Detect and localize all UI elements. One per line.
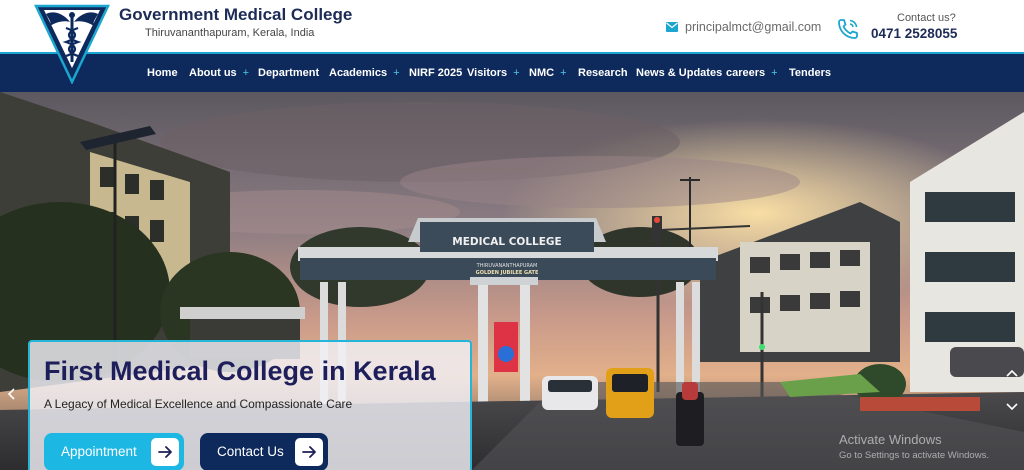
college-name[interactable]: Government Medical College (119, 5, 352, 25)
gate-title: MEDICAL COLLEGE (452, 236, 561, 248)
nav-item-nmc[interactable]: NMC + (529, 67, 567, 79)
caduceus-logo[interactable] (34, 4, 110, 84)
phone-number[interactable]: 0471 2528055 (871, 26, 957, 41)
arrow-right-icon (151, 438, 179, 466)
chevron-left-icon[interactable] (6, 388, 18, 400)
main-nav: Home About us + Department Academics + NIR… (0, 52, 1024, 92)
plus-icon: + (393, 67, 400, 79)
plus-icon: + (560, 67, 567, 79)
windows-watermark-title: Activate Windows (839, 432, 942, 447)
gate-sub1: THIRUVANANTHAPURAM (476, 263, 538, 269)
appointment-label: Appointment (61, 444, 137, 459)
plus-icon: + (513, 67, 520, 79)
plus-icon: + (771, 67, 778, 79)
appointment-button[interactable]: Appointment (44, 433, 184, 470)
nav-item-about[interactable]: About us + (189, 67, 249, 79)
contact-us-button[interactable]: Contact Us (200, 433, 328, 470)
mail-icon (666, 22, 678, 32)
nav-item-home[interactable]: Home (147, 67, 178, 79)
plus-icon: + (242, 67, 250, 79)
arrow-right-icon (295, 438, 323, 466)
nav-item-tenders[interactable]: Tenders (789, 67, 831, 79)
contact-prompt: Contact us? (897, 12, 956, 24)
contact-us-label: Contact Us (217, 444, 284, 459)
nav-item-careers[interactable]: careers + (726, 67, 778, 79)
nav-item-nirf[interactable]: NIRF 2025 (409, 67, 462, 79)
nav-item-department[interactable]: Department (258, 67, 319, 79)
hero-headline: First Medical College in Kerala (44, 356, 436, 386)
chevron-down-icon[interactable] (1006, 400, 1018, 412)
phone-icon (838, 19, 858, 39)
college-location: Thiruvananthapuram, Kerala, India (145, 27, 315, 39)
nav-item-visitors[interactable]: Visitors + (467, 67, 520, 79)
nav-item-academics[interactable]: Academics + (329, 67, 400, 79)
site-header: Government Medical College Thiruvanantha… (0, 0, 1024, 52)
hero-card: First Medical College in Kerala A Legacy… (28, 340, 472, 470)
gate-sub2: GOLDEN JUBILEE GATE (476, 270, 539, 276)
windows-watermark-sub: Go to Settings to activate Windows. (839, 450, 989, 461)
email-link[interactable]: principalmct@gmail.com (685, 20, 821, 34)
nav-item-research[interactable]: Research (578, 67, 628, 79)
chevron-up-icon[interactable] (1006, 368, 1018, 380)
hero-tagline: A Legacy of Medical Excellence and Compa… (44, 397, 353, 411)
nav-item-news[interactable]: News & Updates (636, 67, 722, 79)
